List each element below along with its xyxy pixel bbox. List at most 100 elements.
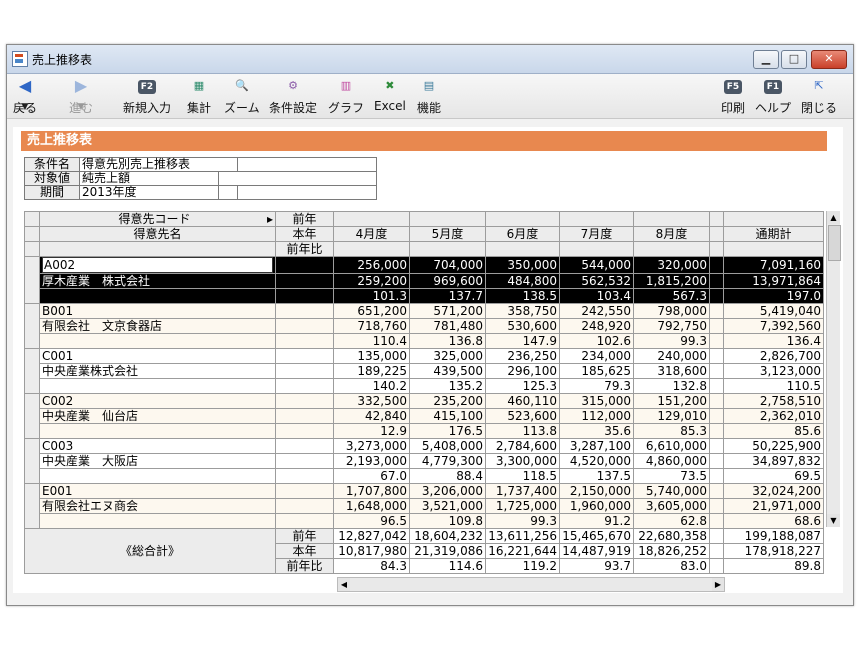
- scroll-left-icon[interactable]: ◀: [338, 578, 350, 591]
- f5-key-icon: F5: [723, 80, 743, 94]
- row-header[interactable]: [24, 256, 40, 304]
- calculator-icon: ▦: [193, 79, 205, 92]
- value-cell: 1,648,000: [333, 498, 410, 514]
- customer-code[interactable]: B001: [42, 305, 73, 318]
- metric-label-cell: [275, 363, 334, 379]
- metric-label-cell: [275, 498, 334, 514]
- total-value-cell: 89.8: [723, 558, 824, 574]
- horizontal-scrollbar[interactable]: ◀ ▶: [337, 577, 725, 592]
- close-button[interactable]: ⇱ 閉じる: [801, 77, 837, 116]
- customer-code[interactable]: C002: [42, 395, 73, 408]
- aggregate-button[interactable]: ▦ 集計: [187, 77, 211, 116]
- row-header[interactable]: [24, 303, 40, 349]
- row-header[interactable]: [24, 348, 40, 394]
- customer-code-cell[interactable]: C002: [39, 393, 276, 409]
- month-header: 8月度: [633, 226, 710, 242]
- total-value-cell: 119.2: [485, 558, 560, 574]
- table-row[interactable]: 厚木産業 株式会社 259,200 969,600 484,800 562,532 1,8…: [25, 273, 824, 289]
- grand-total-label: 《総合計》: [24, 528, 276, 574]
- value-cell: 234,000: [559, 348, 634, 364]
- table-row[interactable]: 110.4 136.8 147.9 102.6 99.3 136.4: [25, 333, 824, 349]
- value-cell: 248,920: [559, 318, 634, 334]
- graph-button[interactable]: ▥ グラフ: [328, 77, 364, 116]
- zoom-button[interactable]: 🔍 ズーム: [224, 77, 260, 116]
- table-row[interactable]: 中央産業 仙台店 42,840 415,100 523,600 112,000 129,0…: [25, 408, 824, 424]
- total-value-cell: [709, 558, 724, 574]
- table-row[interactable]: 101.3 137.7 138.5 103.4 567.3 197.0: [25, 288, 824, 304]
- table-row[interactable]: C003 3,273,000 5,408,000 2,784,600 3,287,100…: [24, 438, 824, 484]
- table-row[interactable]: E001 1,707,800 3,206,000 1,737,400 2,150,000…: [24, 483, 824, 529]
- code-column-header[interactable]: 得意先コード ▸: [39, 211, 276, 227]
- value-cell: 132.8: [633, 378, 710, 394]
- customer-code-cell[interactable]: B001: [39, 303, 276, 319]
- value-cell: 315,000: [559, 393, 634, 409]
- value-cell: 3,300,000: [485, 453, 560, 469]
- row-header[interactable]: [24, 393, 40, 439]
- table-row[interactable]: C002 332,500 235,200 460,110 315,000 151,200 2…: [24, 393, 824, 439]
- table-row[interactable]: 140.2 135.2 125.3 79.3 132.8 110.5: [25, 378, 824, 394]
- table-row[interactable]: A002 256,000 704,000 350,000 544,000 320,000 7…: [24, 256, 824, 304]
- table-row[interactable]: B001 651,200 571,200 358,750 242,550 798,000 5…: [24, 303, 824, 349]
- blank-cell: [39, 333, 276, 349]
- customer-code[interactable]: A002: [42, 257, 273, 273]
- f1-key-icon: F1: [763, 80, 783, 94]
- customer-code-cell[interactable]: C001: [39, 348, 276, 364]
- metric-label-cell: [275, 318, 334, 334]
- function-button[interactable]: ▤ 機能: [417, 77, 441, 116]
- back-button[interactable]: ◀ ▼ 戻る: [13, 77, 37, 116]
- customer-code-cell[interactable]: E001: [39, 483, 276, 499]
- table-row[interactable]: 12.9 176.5 113.8 35.6 85.3 85.6: [25, 423, 824, 439]
- value-cell: [709, 453, 724, 469]
- condition-value: 得意先別売上推移表: [79, 157, 238, 172]
- new-entry-button[interactable]: F2 新規入力: [123, 77, 171, 116]
- table-row[interactable]: 中央産業 大阪店 2,193,000 4,779,300 3,300,000 4,520…: [25, 453, 824, 469]
- value-cell: 101.3: [333, 288, 410, 304]
- customer-code[interactable]: E001: [42, 485, 73, 498]
- value-cell: 140.2: [333, 378, 410, 394]
- row-header[interactable]: [24, 438, 40, 484]
- value-cell: 12.9: [333, 423, 410, 439]
- graph-icon: ▥: [340, 79, 352, 92]
- value-cell: 781,480: [409, 318, 486, 334]
- value-cell: [709, 408, 724, 424]
- table-row[interactable]: 67.0 88.4 118.5 137.5 73.5 69.5: [25, 468, 824, 484]
- vertical-scrollbar[interactable]: ▲ ▼: [826, 211, 841, 527]
- customer-code[interactable]: C003: [42, 440, 73, 453]
- customer-code-cell[interactable]: C003: [39, 438, 276, 454]
- maximize-button[interactable]: □: [781, 50, 807, 69]
- scroll-up-icon[interactable]: ▲: [827, 211, 840, 224]
- customer-name: 有限会社エヌ商会: [39, 498, 276, 514]
- table-row[interactable]: 96.5 109.8 99.3 91.2 62.8 68.6: [25, 513, 824, 529]
- value-cell: 35.6: [559, 423, 634, 439]
- sort-arrow-icon[interactable]: ▸: [267, 213, 273, 226]
- metric-label-cell: [275, 468, 334, 484]
- scroll-right-icon[interactable]: ▶: [712, 578, 724, 591]
- scroll-thumb[interactable]: [828, 225, 841, 261]
- table-row[interactable]: C001 135,000 325,000 236,250 234,000 240,000 2…: [24, 348, 824, 394]
- value-cell: [709, 273, 724, 289]
- report-window: 売上推移表 ▁ □ ✕ ◀ ▼ 戻る ▶ ▼ 進む F2 新規入力 ▦ 集計 🔍…: [6, 44, 854, 606]
- value-cell: 137.5: [559, 468, 634, 484]
- help-button[interactable]: F1 ヘルプ: [755, 77, 791, 116]
- customer-code[interactable]: C001: [42, 350, 73, 363]
- metric-label-cell: [275, 288, 334, 304]
- value-cell: 571,200: [409, 303, 486, 319]
- value-cell: 135,000: [333, 348, 410, 364]
- scroll-down-icon[interactable]: ▼: [827, 514, 840, 527]
- condition-settings-button[interactable]: ⚙ 条件設定: [269, 77, 317, 116]
- value-cell: [709, 318, 724, 334]
- table-row[interactable]: 中央産業株式会社 189,225 439,500 296,100 185,625 318,…: [25, 363, 824, 379]
- close-window-button[interactable]: ✕: [811, 50, 847, 69]
- print-button[interactable]: F5 印刷: [721, 77, 745, 116]
- value-cell: 69.5: [723, 468, 824, 484]
- toolbar: ◀ ▼ 戻る ▶ ▼ 進む F2 新規入力 ▦ 集計 🔍 ズーム ⚙ 条件設定 …: [7, 74, 853, 119]
- customer-code-cell[interactable]: A002: [39, 256, 276, 274]
- metric-label-cell: [275, 438, 334, 454]
- row-header[interactable]: [24, 483, 40, 529]
- table-row[interactable]: 有限会社エヌ商会 1,648,000 3,521,000 1,725,000 1,960…: [25, 498, 824, 514]
- minimize-button[interactable]: ▁: [753, 50, 779, 69]
- table-row[interactable]: 有限会社 文京食器店 718,760 781,480 530,600 248,920 79…: [25, 318, 824, 334]
- forward-button[interactable]: ▶ ▼ 進む: [69, 77, 93, 116]
- value-cell: [709, 393, 724, 409]
- excel-button[interactable]: ✖ Excel: [374, 77, 406, 113]
